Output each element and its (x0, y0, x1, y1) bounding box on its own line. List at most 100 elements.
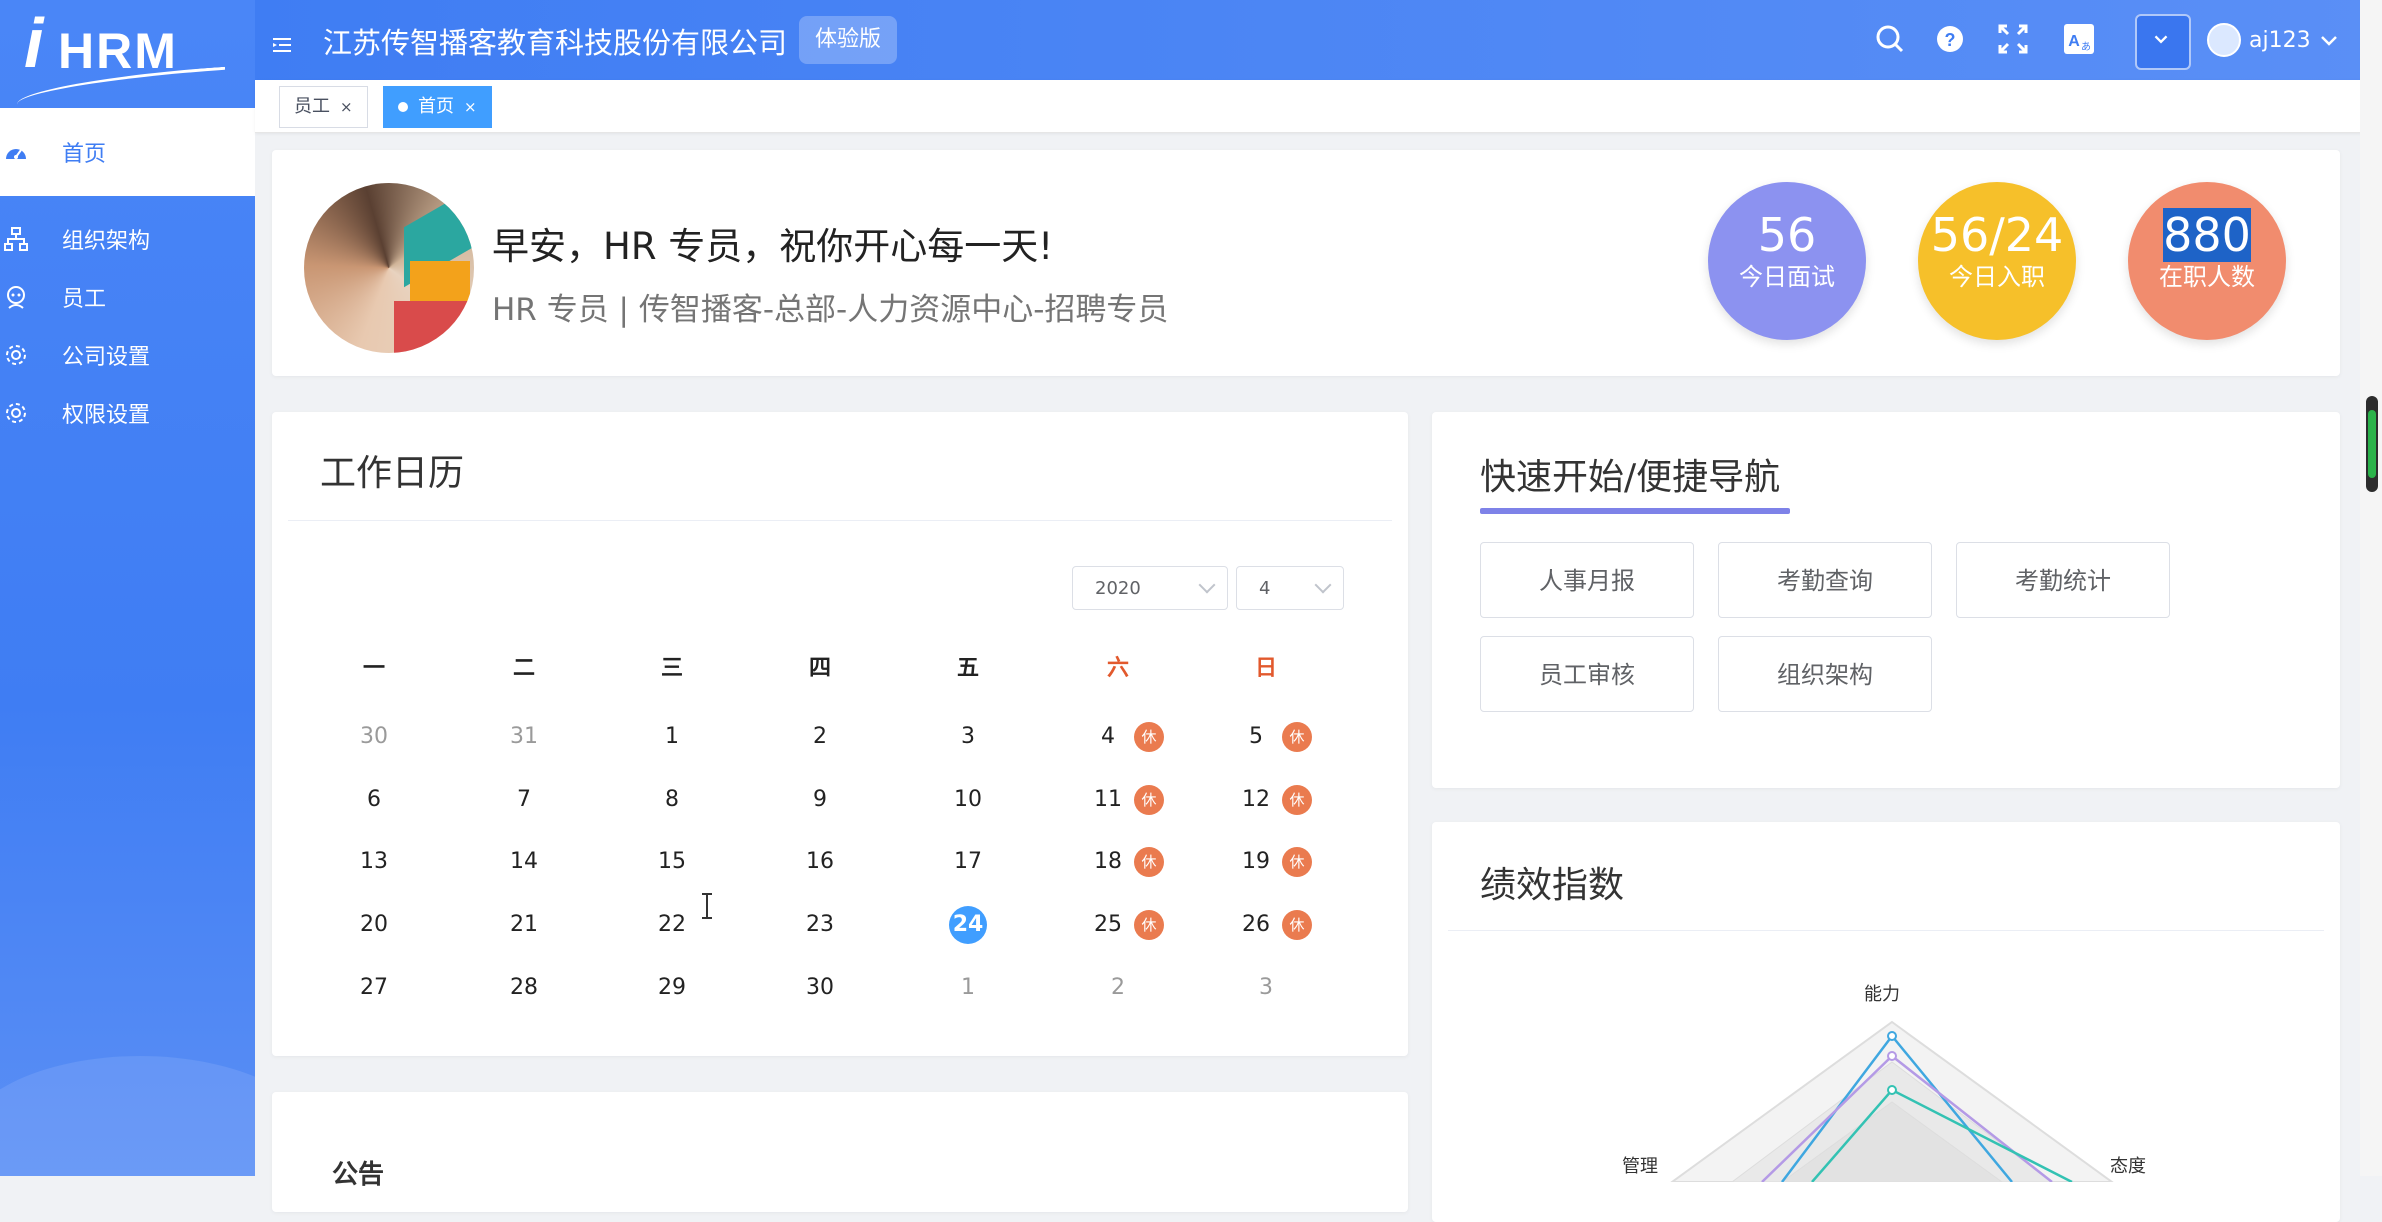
weekday-header: 日 (1254, 656, 1277, 681)
calendar-day[interactable]: 8 (632, 780, 712, 820)
stat-value: 880 (2163, 208, 2251, 262)
profile-subtitle: HR 专员 | 传智播客-总部-人力资源中心-招聘专员 (492, 292, 1169, 328)
sidebar-decoration (0, 1056, 255, 1176)
month-select[interactable]: 4 (1236, 566, 1344, 610)
search-icon[interactable] (1871, 20, 1909, 58)
active-dot-icon (398, 102, 408, 112)
calendar-day[interactable]: 14 (484, 842, 564, 882)
day-number: 20 (360, 912, 388, 937)
day-number: 5 (1249, 724, 1263, 749)
day-number: 6 (367, 787, 381, 812)
calendar-day[interactable]: 6 (334, 780, 414, 820)
fullscreen-icon[interactable] (1994, 20, 2032, 58)
calendar-day[interactable]: 1 (928, 968, 1008, 1008)
weekday-header: 六 (1106, 656, 1129, 681)
scrollbar-thumb[interactable] (2366, 396, 2378, 492)
year-value: 2020 (1095, 578, 1141, 599)
calendar-day-today[interactable]: 24 (928, 905, 1008, 945)
calendar-day[interactable]: 15 (632, 842, 712, 882)
logo[interactable]: i HRM (8, 6, 228, 105)
day-number: 18 (1094, 849, 1122, 874)
greeting-text: 早安，HR 专员，祝你开心每一天! (492, 225, 1054, 268)
gear-icon (3, 400, 29, 426)
calendar-day[interactable]: 20 (334, 905, 414, 945)
gear-icon (3, 342, 29, 368)
tag-employee[interactable]: 员工 × (279, 86, 368, 128)
rest-day-badge: 休 (1282, 785, 1312, 815)
fullscreen-icon[interactable] (1931, 20, 1969, 58)
calendar-day[interactable]: 28 (484, 968, 564, 1008)
rest-day-badge: 休 (1134, 847, 1164, 877)
tag-home[interactable]: 首页 × (383, 86, 492, 128)
stat-value: 56/24 (1930, 208, 2064, 262)
tag-label: 员工 (294, 96, 330, 117)
theme-dropdown-button[interactable] (2135, 14, 2191, 70)
calendar-day[interactable]: 2 (780, 717, 860, 757)
dashboard-icon (3, 139, 29, 165)
day-number: 29 (658, 975, 686, 1000)
stat-onboard-today[interactable]: 56/24 今日入职 (1918, 182, 2076, 340)
quick-hr-monthly-report-button[interactable]: 人事月报 (1480, 542, 1694, 618)
close-icon[interactable]: × (464, 87, 477, 127)
user-menu[interactable]: aj123 (2207, 22, 2339, 58)
month-value: 4 (1259, 578, 1271, 599)
stat-label: 今日入职 (1949, 263, 2045, 291)
calendar-day[interactable]: 27 (334, 968, 414, 1008)
calendar-day[interactable]: 29 (632, 968, 712, 1008)
calendar-day[interactable]: 2 (1078, 968, 1158, 1008)
page-scrollbar[interactable] (2360, 0, 2382, 1176)
hamburger-icon[interactable] (271, 34, 293, 56)
sidebar-item-label: 首页 (62, 142, 107, 167)
stat-interviews-today[interactable]: 56 今日面试 (1708, 182, 1866, 340)
calendar-day[interactable]: 10 (928, 780, 1008, 820)
day-number: 24 (949, 906, 987, 944)
calendar-day[interactable]: 16 (780, 842, 860, 882)
chevron-down-icon (2320, 36, 2337, 46)
calendar-day[interactable]: 30 (780, 968, 860, 1008)
sidebar-item-label: 组织架构 (62, 229, 151, 254)
user-avatar (2207, 23, 2241, 57)
rest-day-badge: 休 (1282, 910, 1312, 940)
day-number: 1 (665, 724, 679, 749)
calendar-day[interactable]: 9 (780, 780, 860, 820)
day-number: 7 (517, 787, 531, 812)
calendar-day[interactable]: 13 (334, 842, 414, 882)
day-number: 30 (806, 975, 834, 1000)
calendar-day[interactable]: 31 (484, 717, 564, 757)
svg-text:A: A (2068, 33, 2080, 50)
sidebar-item-home[interactable]: 首页 (0, 108, 255, 196)
day-number: 15 (658, 849, 686, 874)
username: aj123 (2249, 27, 2311, 53)
quick-org-chart-button[interactable]: 组织架构 (1718, 636, 1932, 712)
stat-headcount[interactable]: 880 在职人数 (2128, 182, 2286, 340)
calendar-day[interactable]: 1 (632, 717, 712, 757)
day-number: 21 (510, 912, 538, 937)
calendar-day[interactable]: 21 (484, 905, 564, 945)
day-number: 13 (360, 849, 388, 874)
day-number: 3 (961, 724, 975, 749)
day-number: 31 (510, 724, 538, 749)
day-number: 9 (813, 787, 827, 812)
quick-employee-review-button[interactable]: 员工审核 (1480, 636, 1694, 712)
tag-label: 首页 (418, 96, 454, 117)
sidebar-item-label: 公司设置 (62, 345, 151, 370)
day-number: 22 (658, 912, 686, 937)
radar-chart (1670, 1020, 2114, 1182)
rest-day-badge: 休 (1282, 722, 1312, 752)
close-icon[interactable]: × (340, 87, 353, 127)
calendar-day[interactable]: 23 (780, 905, 860, 945)
calendar-day[interactable]: 30 (334, 717, 414, 757)
calendar-day[interactable]: 17 (928, 842, 1008, 882)
quick-attendance-query-button[interactable]: 考勤查询 (1718, 542, 1932, 618)
calendar-day[interactable]: 3 (1226, 968, 1306, 1008)
day-number: 19 (1242, 849, 1270, 874)
quick-nav-card: 快速开始/便捷导航 人事月报 考勤查询 考勤统计 员工审核 组织架构 (1432, 412, 2340, 788)
language-icon[interactable]: A あ (2060, 20, 2098, 58)
calendar-day[interactable]: 3 (928, 717, 1008, 757)
calendar-day[interactable]: 7 (484, 780, 564, 820)
day-number: 26 (1242, 912, 1270, 937)
year-select[interactable]: 2020 (1072, 566, 1228, 610)
quick-attendance-stats-button[interactable]: 考勤统计 (1956, 542, 2170, 618)
stat-label: 在职人数 (2159, 263, 2255, 291)
sidebar-item-permission-settings[interactable]: 权限设置 (0, 369, 255, 457)
